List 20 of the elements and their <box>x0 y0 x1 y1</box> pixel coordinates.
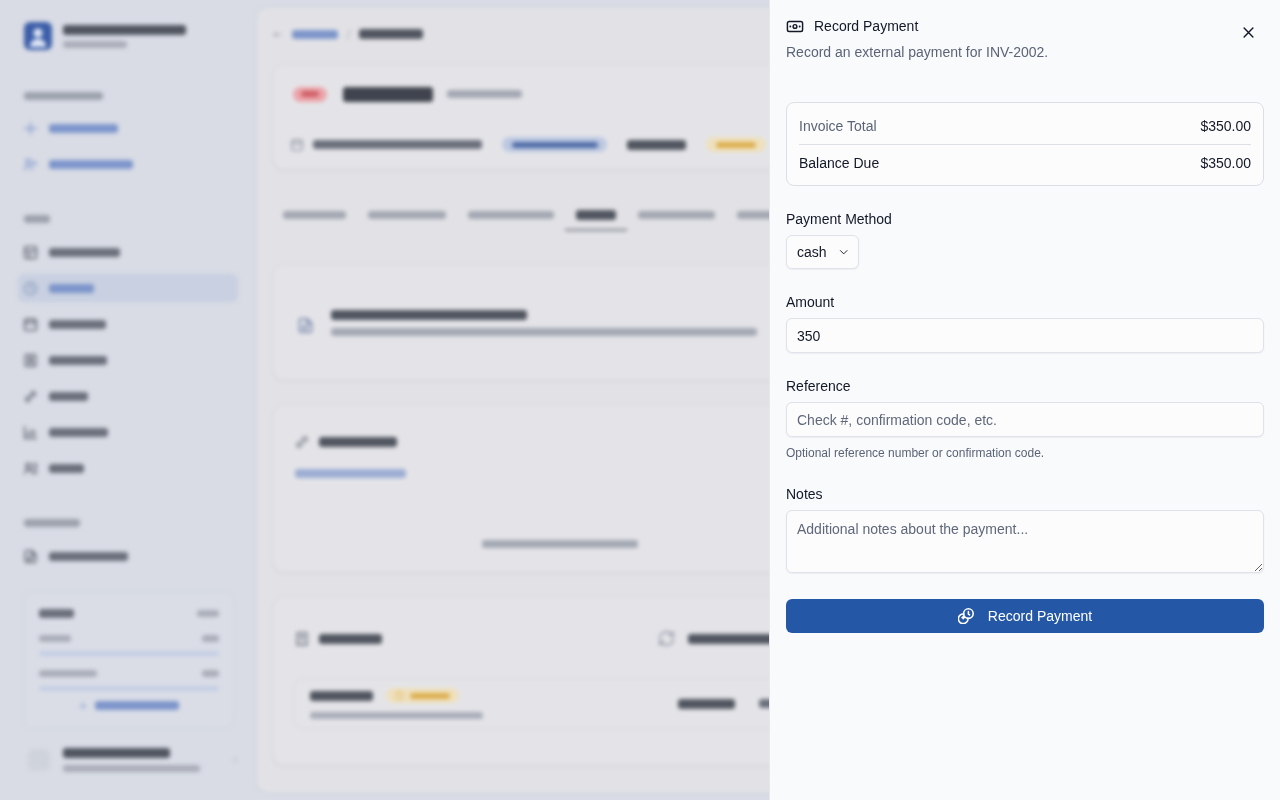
payment-method-select[interactable]: cash <box>786 235 859 269</box>
text-input[interactable]: Check #, confirmation code, etc. <box>786 402 1264 437</box>
panel-description: Record an external payment for INV-2002. <box>786 43 1049 62</box>
record-payment-button[interactable]: Record Payment <box>786 599 1264 633</box>
field-label: Notes <box>786 485 823 503</box>
chevron-down-icon <box>838 247 848 257</box>
text-input[interactable]: 350 <box>786 318 1264 353</box>
summary-label: Balance Due <box>799 154 880 173</box>
help-text: Optional reference number or confirmation code. <box>786 445 1046 461</box>
notes-textarea[interactable]: Additional notes about the payment... <box>786 510 1264 573</box>
field-label: Amount <box>786 293 835 311</box>
summary-value: $350.00 <box>1200 154 1251 173</box>
banknote-icon <box>786 19 804 33</box>
panel-title: Record Payment <box>814 17 919 36</box>
field-label: Payment Method <box>786 210 892 228</box>
field-label: Reference <box>786 377 851 395</box>
coins-icon <box>957 608 974 624</box>
close-icon <box>1242 26 1254 38</box>
summary-value: $350.00 <box>1200 117 1251 136</box>
summary-label: Invoice Total <box>799 117 877 136</box>
